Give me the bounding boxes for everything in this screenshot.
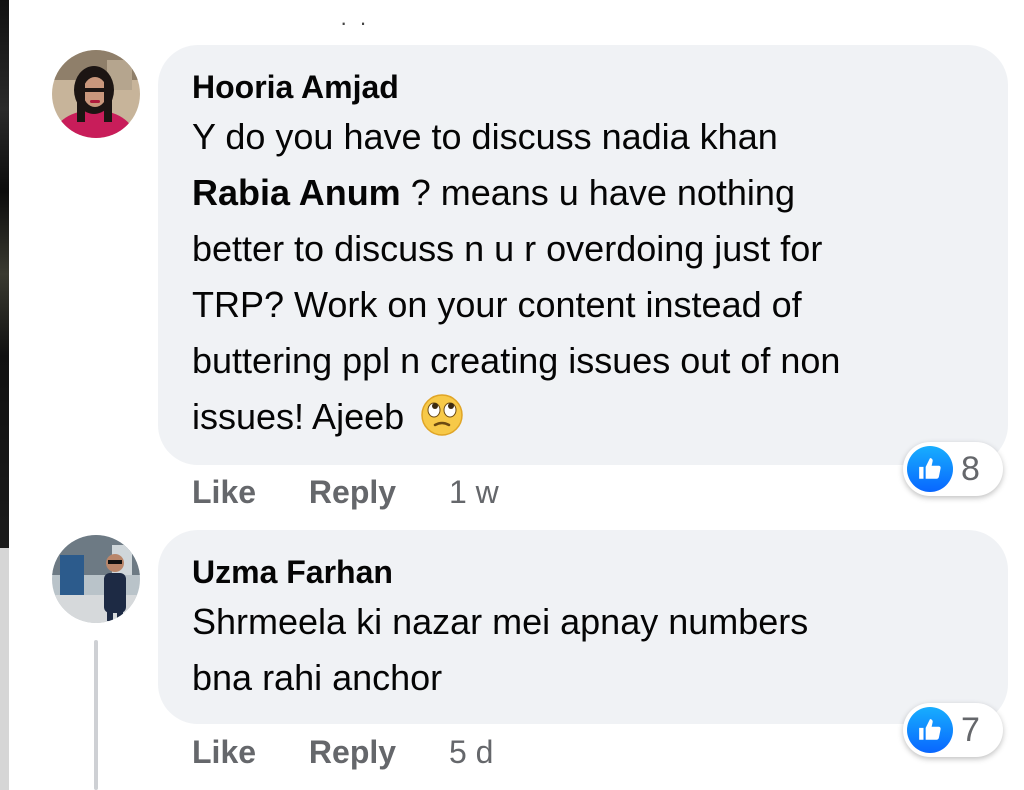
like-button[interactable]: Like xyxy=(192,474,256,510)
comment-text: Shrmeela ki nazar mei apnay numbers bna … xyxy=(192,594,992,706)
comment-text-line: ? means u have nothing xyxy=(400,172,795,213)
comment-text-line: buttering ppl n creating issues out of n… xyxy=(192,340,841,381)
reply-button[interactable]: Reply xyxy=(309,734,396,770)
comment-text-line: bna rahi anchor xyxy=(192,657,443,698)
comment-text-line: better to discuss n u r overdoing just f… xyxy=(192,228,823,269)
comment-author[interactable]: Hooria Amjad xyxy=(192,67,399,107)
comment-author[interactable]: Uzma Farhan xyxy=(192,552,393,592)
profile-photo xyxy=(52,535,140,623)
comment-actions: Like Reply 5 d xyxy=(192,732,493,772)
avatar[interactable] xyxy=(52,535,140,623)
reaction-summary[interactable]: 8 xyxy=(903,442,1003,496)
comment-text-line: Shrmeela ki nazar mei apnay numbers xyxy=(192,601,809,642)
mention-link[interactable]: Rabia Anum xyxy=(192,172,401,213)
reaction-count: 8 xyxy=(961,449,980,488)
profile-photo xyxy=(52,50,140,138)
eye-roll-emoji-icon xyxy=(420,393,464,453)
truncated-content-marker: ·· xyxy=(340,10,379,35)
comment-text: Y do you have to discuss nadia khan Rabi… xyxy=(192,109,992,453)
comment-bubble: Hooria Amjad Y do you have to discuss na… xyxy=(158,45,1008,465)
reply-button[interactable]: Reply xyxy=(309,474,396,510)
reaction-summary[interactable]: 7 xyxy=(903,703,1003,757)
background-edge-light xyxy=(0,548,9,790)
avatar[interactable] xyxy=(52,50,140,138)
background-photo-edge xyxy=(0,0,9,548)
comment-timestamp[interactable]: 1 w xyxy=(449,474,499,510)
comment-text-line: Y do you have to discuss nadia khan xyxy=(192,116,778,157)
comment-actions: Like Reply 1 w xyxy=(192,472,499,512)
comment-text-line: issues! Ajeeb xyxy=(192,396,405,437)
comment-text-line: TRP? Work on your content instead of xyxy=(192,284,802,325)
reaction-count: 7 xyxy=(961,710,980,749)
like-thumb-icon xyxy=(907,707,953,753)
comment-timestamp[interactable]: 5 d xyxy=(449,734,493,770)
like-thumb-icon xyxy=(907,446,953,492)
like-button[interactable]: Like xyxy=(192,734,256,770)
thread-connector-line xyxy=(94,640,98,790)
comment-bubble: Uzma Farhan Shrmeela ki nazar mei apnay … xyxy=(158,530,1008,724)
